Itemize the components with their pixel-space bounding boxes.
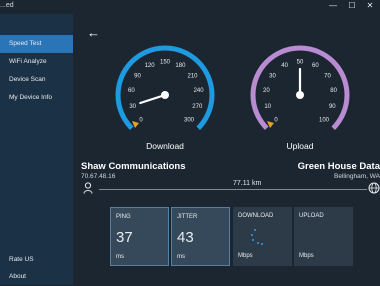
upload-tick-label: 30 [269,73,276,79]
upload-title: UPLOAD [299,213,324,219]
upload-tick-label: 40 [281,63,288,69]
download-tick-label: 30 [129,104,136,110]
person-icon [83,182,93,194]
sidebar-item-label: My Device Info [9,94,52,101]
server-name: Green House Data [297,161,380,172]
download-unit: Mbps [238,253,253,259]
download-tick-label: 210 [187,73,198,79]
upload-gauge-label: Upload [287,141,314,151]
jitter-unit: ms [177,254,185,260]
distance-value: 77.11 km [233,180,262,187]
minimize-button[interactable]: — [324,0,342,14]
jitter-tile: JITTER 43 ms [171,207,230,266]
upload-tick-label: 50 [297,59,304,65]
sidebar-item-label: Speed Test [9,40,42,47]
upload-tick-label: 10 [264,104,271,110]
download-title: DOWNLOAD [238,213,274,219]
ping-value: 37 [116,229,133,246]
download-gauge-pointer [132,120,140,128]
download-tick-label: 0 [139,117,143,123]
download-tick-label: 60 [128,88,135,94]
upload-tick-label: 100 [319,117,330,123]
upload-tile: UPLOAD Mbps [294,207,353,266]
jitter-value: 43 [177,229,194,246]
upload-tick-label: 60 [312,63,319,69]
maximize-button[interactable]: ☐ [343,0,361,14]
sidebar-item-label: WiFi Analyze [9,58,47,65]
sidebar-item-rate-us[interactable]: Rate US [0,251,73,269]
download-gauge-hub [161,91,169,99]
sidebar-item-label: About [9,273,26,280]
download-tick-label: 90 [134,73,141,79]
title-bar: ...ed — ☐ ✕ [0,0,380,14]
ping-tile: PING 37 ms [110,207,169,266]
sidebar: Speed Test WiFi Analyze Device Scan My D… [0,14,73,285]
download-tick-label: 270 [192,104,203,110]
download-tick-label: 180 [175,63,186,69]
sidebar-item-label: Device Scan [9,76,46,83]
upload-gauge-hub [296,91,304,99]
download-tick-label: 150 [160,59,171,65]
isp-name: Shaw Communications [81,161,186,172]
upload-gauge: Upload 0 10 20 30 40 50 60 70 80 90 100 [250,45,350,151]
upload-tick-label: 20 [263,88,270,94]
download-tile: DOWNLOAD Mbps [233,207,292,266]
globe-icon [368,182,380,194]
main-content: ← Download 0 30 60 90 120 150 180 210 240 270 300 … [73,14,380,285]
sidebar-item-device-scan[interactable]: Device Scan [0,71,73,89]
jitter-title: JITTER [177,214,198,220]
close-button[interactable]: ✕ [361,0,379,14]
sidebar-item-my-device-info[interactable]: My Device Info [0,89,73,107]
sidebar-item-wifi-analyze[interactable]: WiFi Analyze [0,53,73,71]
distance-line [99,189,367,190]
download-tick-label: 120 [145,63,156,69]
download-tick-label: 300 [184,117,195,123]
download-tick-label: 240 [194,88,205,94]
back-arrow-icon[interactable]: ← [87,26,101,41]
ping-unit: ms [116,254,124,260]
upload-tick-label: 0 [274,117,278,123]
upload-tick-label: 90 [329,104,336,110]
isp-ip: 70.67.48.16 [81,173,116,180]
upload-tick-label: 80 [330,88,337,94]
download-gauge-label: Download [146,141,184,151]
upload-unit: Mbps [299,253,314,259]
app-title: ...ed [0,2,14,9]
download-gauge: Download 0 30 60 90 120 150 180210 240 270 300 [115,45,215,151]
upload-tick-label: 70 [324,73,331,79]
loading-spinner-icon [250,228,264,246]
ping-title: PING [116,214,131,220]
sidebar-item-about[interactable]: About [0,268,73,286]
sidebar-item-speed-test[interactable]: Speed Test [0,35,73,53]
sidebar-item-label: Rate US [9,256,34,263]
server-location: Bellingham, WA [334,173,380,180]
